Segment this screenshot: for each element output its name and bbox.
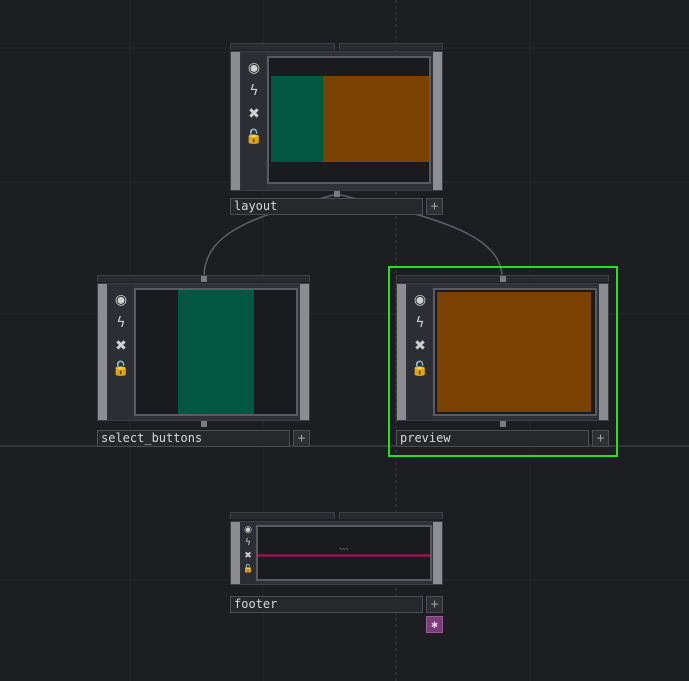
output-connector[interactable] — [201, 421, 207, 427]
cook-icon[interactable]: ϟ — [244, 81, 264, 101]
node-flag-column: ◉ ϟ ✖ 🔓 — [109, 284, 133, 420]
node-left-bar — [231, 52, 240, 190]
node-flag-column: ◉ ϟ ✖ 🔓 — [242, 52, 266, 190]
bypass-icon[interactable]: ✖ — [111, 336, 131, 356]
flag-badge-icon[interactable]: ✱ — [426, 616, 443, 633]
cook-icon[interactable]: ϟ — [410, 313, 430, 333]
node-footer[interactable]: ◉ ϟ ✖ 🔓 ~~~ footer + — [230, 512, 443, 613]
bypass-icon[interactable]: ✖ — [410, 336, 430, 356]
node-left-bar — [98, 284, 107, 420]
viewer-teal-panel — [271, 76, 323, 162]
viewer-icon[interactable]: ◉ — [111, 290, 131, 310]
plus-icon[interactable]: + — [293, 430, 310, 447]
plus-icon[interactable]: + — [592, 430, 609, 447]
cook-icon[interactable]: ϟ — [241, 537, 255, 549]
node-layout[interactable]: ◉ ϟ ✖ 🔓 layout + — [230, 43, 443, 216]
input-connector[interactable] — [201, 276, 207, 282]
node-viewer — [433, 288, 597, 416]
lock-icon[interactable]: 🔓 — [410, 359, 430, 379]
node-body[interactable]: ◉ ϟ ✖ 🔓 — [230, 51, 443, 191]
node-viewer: ~~~ — [256, 525, 432, 581]
lock-icon[interactable]: 🔓 — [244, 127, 264, 147]
viewer-orange-panel — [323, 76, 429, 162]
lock-icon[interactable]: 🔓 — [111, 359, 131, 379]
node-preview[interactable]: ◉ ϟ ✖ 🔓 preview + — [396, 275, 609, 447]
viewer-icon[interactable]: ◉ — [410, 290, 430, 310]
output-connector[interactable] — [500, 421, 506, 427]
node-right-bar — [300, 284, 309, 420]
node-flag-column: ◉ ϟ ✖ 🔓 — [408, 284, 432, 420]
node-name-label[interactable]: footer — [230, 596, 423, 613]
node-viewer — [134, 288, 298, 416]
node-name-label[interactable]: select_buttons — [97, 430, 290, 447]
node-name-label[interactable]: layout — [230, 198, 423, 215]
node-select-buttons[interactable]: ◉ ϟ ✖ 🔓 select_buttons + — [97, 275, 310, 447]
node-flag-column: ◉ ϟ ✖ 🔓 — [241, 522, 255, 584]
node-left-bar — [397, 284, 406, 420]
node-body[interactable]: ◉ ϟ ✖ 🔓 — [396, 283, 609, 421]
node-body[interactable]: ◉ ϟ ✖ 🔓 ~~~ — [230, 521, 443, 585]
viewer-teal-panel — [178, 290, 254, 414]
viewer-caption: ~~~ — [339, 547, 349, 553]
node-viewer — [267, 56, 431, 184]
bypass-icon[interactable]: ✖ — [244, 104, 264, 124]
viewer-magenta-line — [258, 554, 430, 557]
cook-icon[interactable]: ϟ — [111, 313, 131, 333]
viewer-icon[interactable]: ◉ — [244, 58, 264, 78]
viewer-icon[interactable]: ◉ — [241, 524, 255, 536]
node-right-bar — [599, 284, 608, 420]
plus-icon[interactable]: + — [426, 596, 443, 613]
viewer-orange-panel — [437, 292, 591, 412]
bypass-icon[interactable]: ✖ — [241, 550, 255, 562]
node-left-bar — [231, 522, 240, 584]
plus-icon[interactable]: + — [426, 198, 443, 215]
node-input-tabs — [230, 43, 443, 51]
node-input-tabs — [230, 512, 443, 520]
node-name-label[interactable]: preview — [396, 430, 589, 447]
lock-icon[interactable]: 🔓 — [241, 563, 255, 575]
node-right-bar — [433, 52, 442, 190]
output-connector[interactable] — [334, 191, 340, 197]
node-right-bar — [433, 522, 442, 584]
input-connector[interactable] — [500, 276, 506, 282]
node-body[interactable]: ◉ ϟ ✖ 🔓 — [97, 283, 310, 421]
